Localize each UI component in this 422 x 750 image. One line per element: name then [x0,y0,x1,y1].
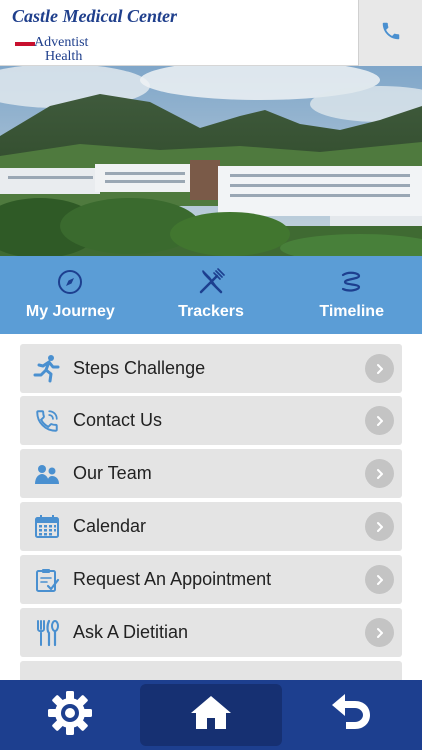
menu-item-label: Calendar [73,516,147,536]
back-button[interactable] [316,680,386,750]
compass-icon [56,268,84,296]
menu-item-ask-dietitian[interactable]: Ask A Dietitian [20,608,402,657]
castle-medical-logo: Castle Medical Center Adventist Health [12,6,212,64]
tab-my-journey[interactable]: My Journey [0,256,141,334]
menu-item-label: Contact Us [73,410,163,430]
utensils-icon [32,618,62,648]
home-button[interactable] [140,684,282,746]
tab-my-journey-label: My Journey [25,303,115,320]
chevron-right-icon [365,618,394,647]
menu-item-label: Steps Challenge [73,358,206,378]
running-person-icon [32,354,62,384]
hospital-hero-image [0,66,422,256]
chevron-right-icon [365,354,394,383]
settings-button[interactable] [36,680,104,750]
back-arrow-icon [328,691,374,740]
tab-timeline[interactable]: Timeline [281,256,422,334]
gear-icon [45,688,95,743]
timeline-icon [338,268,366,296]
app-header: Castle Medical Center Adventist Health [0,0,422,66]
menu-item-our-team[interactable]: Our Team [20,449,402,498]
main-tab-bar: My Journey Trackers Timeline [0,256,422,334]
clipboard-check-icon [32,565,62,595]
people-icon [32,459,62,489]
menu-list: Steps Challenge Contact Us Our Team Cale… [0,334,422,680]
calendar-icon [32,512,62,542]
tab-timeline-label: Timeline [319,303,384,320]
menu-item-contact-us[interactable]: Contact Us [20,396,402,445]
menu-item-partial[interactable] [20,661,402,680]
phone-icon [32,406,62,436]
logo-brand-line2: Health [45,49,83,64]
chevron-right-icon [365,459,394,488]
logo-accent-bar [15,42,35,46]
bottom-toolbar [0,680,422,750]
menu-item-label: Request An Appointment [73,569,272,589]
phone-icon [380,20,402,47]
menu-item-calendar[interactable]: Calendar [20,502,402,551]
menu-item-steps-challenge[interactable]: Steps Challenge [20,344,402,393]
chevron-right-icon [365,512,394,541]
chevron-right-icon [365,565,394,594]
menu-item-request-appointment[interactable]: Request An Appointment [20,555,402,604]
chevron-right-icon [365,406,394,435]
tab-trackers-label: Trackers [178,303,244,320]
fork-knife-icon [197,268,225,296]
tab-trackers[interactable]: Trackers [141,256,282,334]
call-button[interactable] [358,0,422,66]
menu-item-label: Our Team [73,463,152,483]
home-icon [188,693,234,738]
logo-title: Castle Medical Center [12,6,177,26]
menu-item-label: Ask A Dietitian [73,622,189,642]
